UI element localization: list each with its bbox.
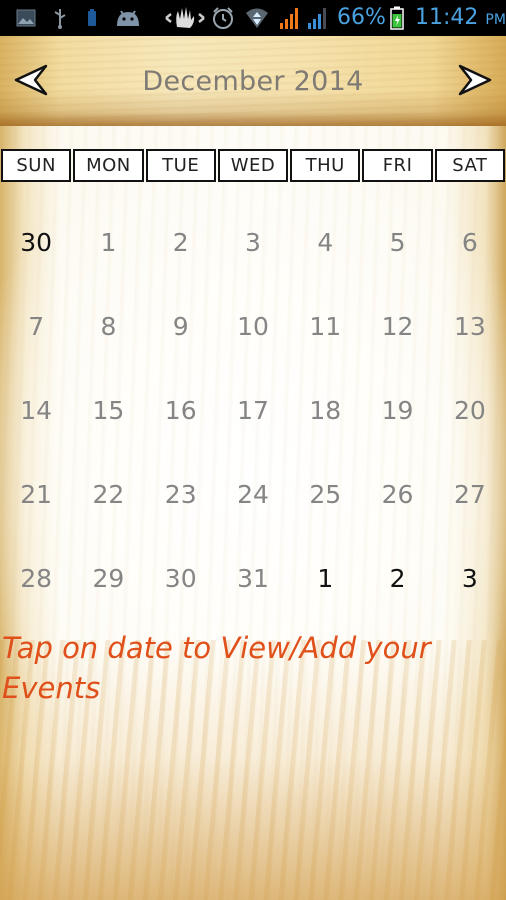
date-cell[interactable]: 2 (145, 204, 217, 288)
date-cell-other-month[interactable]: 3 (434, 540, 506, 624)
month-title: December 2014 (142, 66, 364, 97)
date-cell[interactable]: 18 (289, 372, 361, 456)
month-header: December 2014 (0, 36, 506, 126)
date-cell[interactable]: 15 (72, 372, 144, 456)
date-cell[interactable]: 25 (289, 456, 361, 540)
date-cell[interactable]: 1 (72, 204, 144, 288)
date-cell[interactable]: 8 (72, 288, 144, 372)
date-cell[interactable]: 13 (434, 288, 506, 372)
weekday-sun: SUN (1, 149, 72, 182)
weekday-wed: WED (217, 149, 289, 182)
calendar-grid: 30 1 2 3 4 5 6 7 8 9 10 11 12 13 14 15 16 17 18 19 20 21 22 23 2… (0, 204, 506, 624)
weekday-thu: THU (290, 149, 361, 182)
clock-ampm: PM (485, 12, 506, 28)
battery-percent: 66% (337, 5, 386, 30)
android-icon (114, 0, 142, 36)
date-cell[interactable]: 3 (217, 204, 289, 288)
date-cell[interactable]: 23 (145, 456, 217, 540)
signal-orange-icon (278, 0, 302, 36)
date-cell[interactable]: 24 (217, 456, 289, 540)
date-cell[interactable]: 17 (217, 372, 289, 456)
chevron-right-icon (458, 64, 492, 96)
date-cell[interactable]: 16 (145, 372, 217, 456)
date-cell[interactable]: 10 (217, 288, 289, 372)
date-cell[interactable]: 14 (0, 372, 72, 456)
date-cell-other-month[interactable]: 30 (0, 204, 72, 288)
date-cell[interactable]: 7 (0, 288, 72, 372)
date-cell[interactable]: 29 (72, 540, 144, 624)
date-cell-other-month[interactable]: 2 (361, 540, 433, 624)
weekday-header-row: SUN MON TUE WED THU FRI SAT (0, 149, 506, 182)
weekday-tue: TUE (145, 149, 216, 182)
weekday-sat: SAT (434, 149, 505, 182)
date-cell[interactable]: 21 (0, 456, 72, 540)
weekday-fri: FRI (362, 149, 433, 182)
battery-small-icon (84, 0, 100, 36)
date-cell-other-month[interactable]: 1 (289, 540, 361, 624)
wifi-icon (244, 0, 270, 36)
alarm-icon (210, 0, 236, 36)
date-cell[interactable]: 9 (145, 288, 217, 372)
battery-charging-icon (388, 0, 406, 36)
signal-blue-icon (306, 0, 330, 36)
clock-time: 11:42 (415, 5, 479, 30)
date-cell[interactable]: 26 (361, 456, 433, 540)
wave-gesture-icon (164, 0, 206, 36)
date-cell[interactable]: 12 (361, 288, 433, 372)
date-cell[interactable]: 22 (72, 456, 144, 540)
status-bar: 66% 11:42 PM (0, 0, 506, 36)
date-cell[interactable]: 20 (434, 372, 506, 456)
date-cell[interactable]: 11 (289, 288, 361, 372)
date-cell[interactable]: 28 (0, 540, 72, 624)
date-cell[interactable]: 27 (434, 456, 506, 540)
date-cell[interactable]: 31 (217, 540, 289, 624)
date-cell[interactable]: 19 (361, 372, 433, 456)
usb-icon (50, 0, 70, 36)
next-month-button[interactable] (454, 60, 494, 100)
hint-text: Tap on date to View/Add your Events (2, 631, 431, 705)
date-cell[interactable]: 6 (434, 204, 506, 288)
gallery-icon (14, 0, 38, 36)
date-cell[interactable]: 4 (289, 204, 361, 288)
date-cell[interactable]: 30 (145, 540, 217, 624)
clock: 11:42 PM (415, 4, 506, 34)
date-cell[interactable]: 5 (361, 204, 433, 288)
weekday-mon: MON (73, 149, 144, 182)
